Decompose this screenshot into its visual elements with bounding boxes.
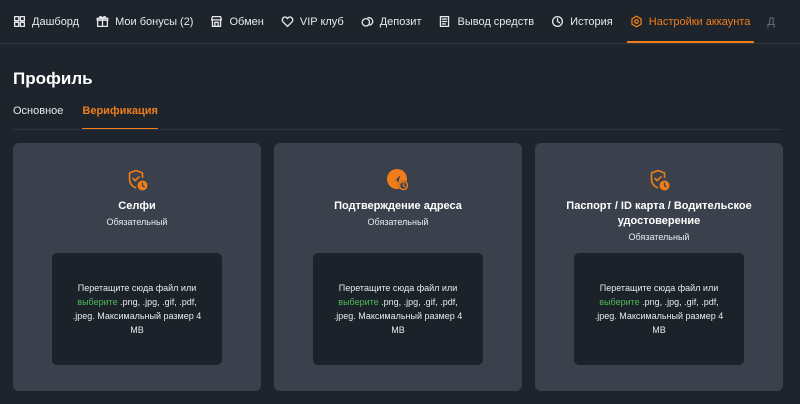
nav-item-label: История <box>570 15 613 28</box>
nav-item-vip[interactable]: VIP клуб <box>281 0 361 43</box>
card-subtitle: Обязательный <box>628 232 690 242</box>
dropzone-text: Перетащите сюда файл или выберите .png, … <box>70 281 204 337</box>
file-dropzone[interactable]: Перетащите сюда файл или выберите .png, … <box>52 253 222 365</box>
nav-overflow-label: Д <box>767 15 775 28</box>
verification-card-address: Подтверждение адреса Обязательный Перета… <box>274 143 522 391</box>
nav-item-label: Настройки аккаунта <box>648 15 751 28</box>
nav-item-exchange[interactable]: Обмен <box>210 0 280 43</box>
verification-card-selfie: Селфи Обязательный Перетащите сюда файл … <box>13 143 261 391</box>
dropzone-hint: Перетащите сюда файл или <box>338 283 458 293</box>
card-title: Подтверждение адреса <box>334 200 462 212</box>
clock-icon <box>552 15 564 28</box>
nav-item-deposit[interactable]: Депозит <box>361 0 439 43</box>
card-subtitle: Обязательный <box>367 217 429 227</box>
tab-basic[interactable]: Основное <box>13 100 63 130</box>
nav-item-account-settings[interactable]: Настройки аккаунта <box>626 0 768 43</box>
nav-item-withdraw[interactable]: Вывод средств <box>438 0 551 43</box>
shield-clock-icon <box>650 169 670 191</box>
card-title: Паспорт / ID карта / Водительское удосто… <box>566 200 752 227</box>
file-dropzone[interactable]: Перетащите сюда файл или выберите .png, … <box>574 253 744 365</box>
profile-tabs: Основное Верификация <box>13 100 158 130</box>
choose-file-link[interactable]: выберите <box>338 297 378 307</box>
dropzone-hint: Перетащите сюда файл или <box>599 283 719 293</box>
coins-icon <box>361 17 374 27</box>
dropzone-text: Перетащите сюда файл или выберите .png, … <box>592 281 726 337</box>
choose-file-link[interactable]: выберите <box>599 297 639 307</box>
dropzone-hint: Перетащите сюда файл или <box>77 283 197 293</box>
nav-item-label: Обмен <box>229 15 264 28</box>
store-icon <box>211 15 223 28</box>
settings-icon <box>631 15 642 28</box>
nav-item-dashboard[interactable]: Дашборд <box>13 0 96 43</box>
wallet-icon <box>440 15 450 28</box>
dropzone-text: Перетащите сюда файл или выберите .png, … <box>331 281 465 337</box>
nav-item-label: Депозит <box>379 15 422 28</box>
top-navigation: Дашборд Мои бонусы (2) Обмен VIP клуб Де… <box>0 0 800 44</box>
nav-item-label: Вывод средств <box>457 15 535 28</box>
nav-item-history[interactable]: История <box>551 0 630 43</box>
heart-icon <box>281 16 294 28</box>
card-subtitle: Обязательный <box>106 217 168 227</box>
page-title: Профиль <box>13 69 93 88</box>
verification-card-passport: Паспорт / ID карта / Водительское удосто… <box>535 143 783 391</box>
nav-item-label: VIP клуб <box>299 15 344 28</box>
shield-clock-icon <box>128 169 148 191</box>
nav-item-bonuses[interactable]: Мои бонусы (2) <box>96 0 210 43</box>
tab-verification[interactable]: Верификация <box>82 100 158 130</box>
card-title: Селфи <box>118 200 156 212</box>
nav-item-overflow[interactable]: Д <box>767 0 774 43</box>
file-dropzone[interactable]: Перетащите сюда файл или выберите .png, … <box>313 253 483 365</box>
nav-item-label: Мои бонусы (2) <box>115 15 194 28</box>
gift-icon <box>96 16 109 28</box>
nav-item-label: Дашборд <box>32 15 80 28</box>
tabs-divider <box>13 129 782 130</box>
choose-file-link[interactable]: выберите <box>77 297 117 307</box>
dashboard-icon <box>13 15 26 28</box>
address-clock-icon <box>387 169 409 191</box>
